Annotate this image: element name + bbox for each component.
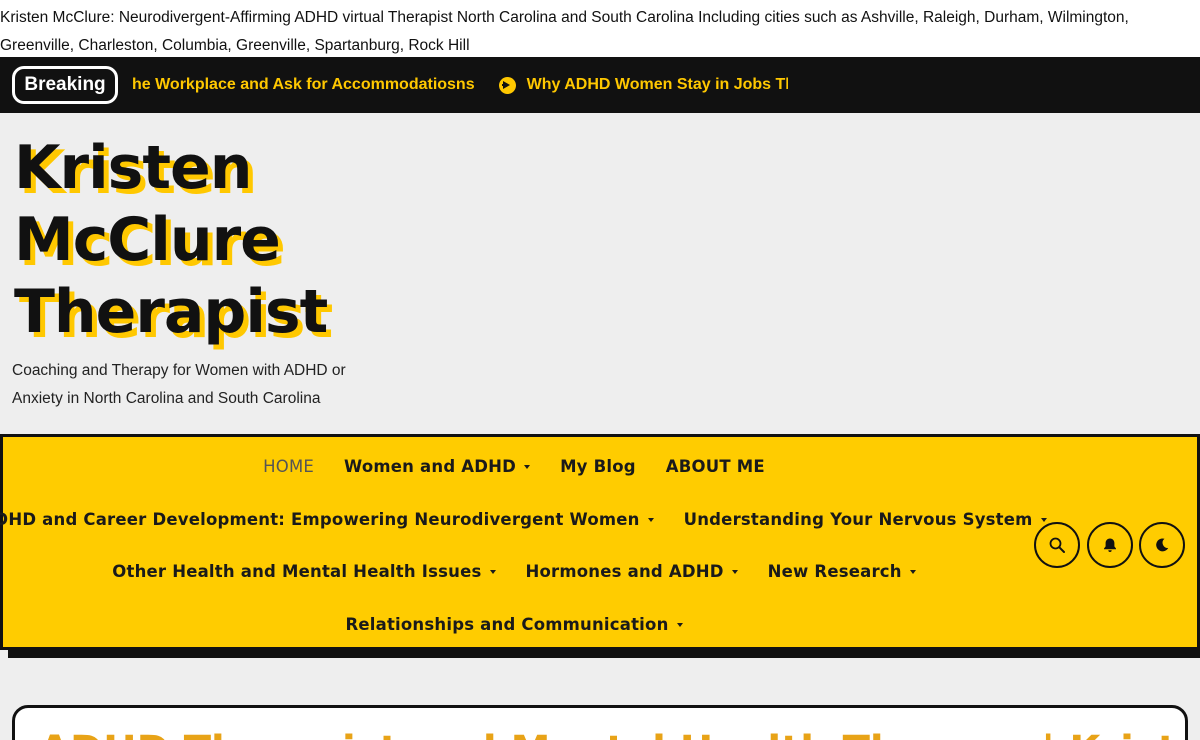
caret-down-icon (1040, 518, 1047, 522)
breaking-label: Breaking (12, 66, 118, 104)
nav-row: HOME Women and ADHD My Blog ABOUT ME (3, 451, 1025, 481)
nav-row: Relationships and Communication (3, 609, 1025, 639)
nav-item-about-me[interactable]: ABOUT ME (666, 457, 765, 476)
search-button[interactable] (1034, 522, 1080, 568)
caret-down-icon (489, 570, 496, 574)
nav-item-new-research[interactable]: New Research (768, 562, 916, 581)
nav-item-label[interactable]: Understanding Your Nervous System (684, 510, 1033, 529)
ticker-item-text[interactable]: Why ADHD Women Stay in Jobs They H (527, 76, 788, 94)
caret-down-icon (909, 570, 916, 574)
nav-item-hormones[interactable]: Hormones and ADHD (526, 562, 738, 581)
ticker-item[interactable]: he Workplace and Ask for Accommodatiosns (132, 76, 475, 94)
nav-item-adhd-career[interactable]: ADHD and Career Development: Empowering … (0, 510, 654, 529)
nav-item-label[interactable]: ABOUT ME (666, 457, 765, 476)
nav-item-label[interactable]: New Research (768, 562, 902, 581)
search-icon (1049, 537, 1065, 553)
nav-item-label[interactable]: HOME (263, 457, 314, 476)
arrow-circle-right-icon (498, 76, 516, 94)
main-navigation: HOME Women and ADHD My Blog ABOUT ME ADH… (0, 434, 1200, 650)
nav-item-home[interactable]: HOME (263, 457, 314, 476)
dark-mode-toggle[interactable] (1139, 522, 1185, 568)
site-description: Kristen McClure: Neurodivergent-Affirmin… (0, 9, 1129, 54)
nav-item-women-and-adhd[interactable]: Women and ADHD (344, 457, 531, 476)
breaking-news-bar: Breaking he Workplace and Ask for Accomm… (0, 57, 1200, 113)
bell-icon (1104, 538, 1116, 552)
site-title-line[interactable]: Kristen (14, 132, 327, 204)
caret-down-icon (676, 623, 683, 627)
nav-item-label[interactable]: Hormones and ADHD (526, 562, 724, 581)
news-ticker: he Workplace and Ask for Accommodatiosns… (132, 57, 788, 113)
site-title-line[interactable]: Therapist (14, 276, 328, 348)
nav-item-other-health[interactable]: Other Health and Mental Health Issues (112, 562, 496, 581)
caret-down-icon (731, 570, 738, 574)
nav-row: Other Health and Mental Health Issues Ho… (3, 556, 1025, 586)
site-tagline: Coaching and Therapy for Women with ADHD… (12, 362, 346, 407)
post-card: ADHD Therapist and Mental Health Therapy… (12, 705, 1188, 740)
nav-item-my-blog[interactable]: My Blog (560, 457, 636, 476)
site-title-line[interactable]: McClure (14, 204, 327, 276)
ticker-item-text[interactable]: he Workplace and Ask for Accommodatiosns (132, 76, 475, 94)
nav-item-label[interactable]: Other Health and Mental Health Issues (112, 562, 481, 581)
nav-item-label[interactable]: Relationships and Communication (345, 615, 668, 634)
nav-item-nervous-system[interactable]: Understanding Your Nervous System (684, 510, 1047, 529)
ticker-item[interactable]: Why ADHD Women Stay in Jobs They H (475, 76, 788, 94)
nav-item-label[interactable]: My Blog (560, 457, 636, 476)
site-description-bar: Kristen McClure: Neurodivergent-Affirmin… (0, 0, 1200, 57)
caret-down-icon (524, 465, 531, 469)
post-title[interactable]: ADHD Therapist and Mental Health Therapy… (39, 728, 1185, 740)
caret-down-icon (647, 518, 654, 522)
nav-item-label[interactable]: Women and ADHD (344, 457, 516, 476)
nav-item-relationships[interactable]: Relationships and Communication (345, 615, 683, 634)
site-title[interactable]: Kristen McClure Therapist (14, 132, 328, 348)
nav-item-label[interactable]: ADHD and Career Development: Empowering … (0, 510, 640, 529)
moon-icon (1156, 538, 1169, 552)
nav-row: ADHD and Career Development: Empowering … (0, 504, 1047, 534)
subscribe-button[interactable] (1087, 522, 1133, 568)
